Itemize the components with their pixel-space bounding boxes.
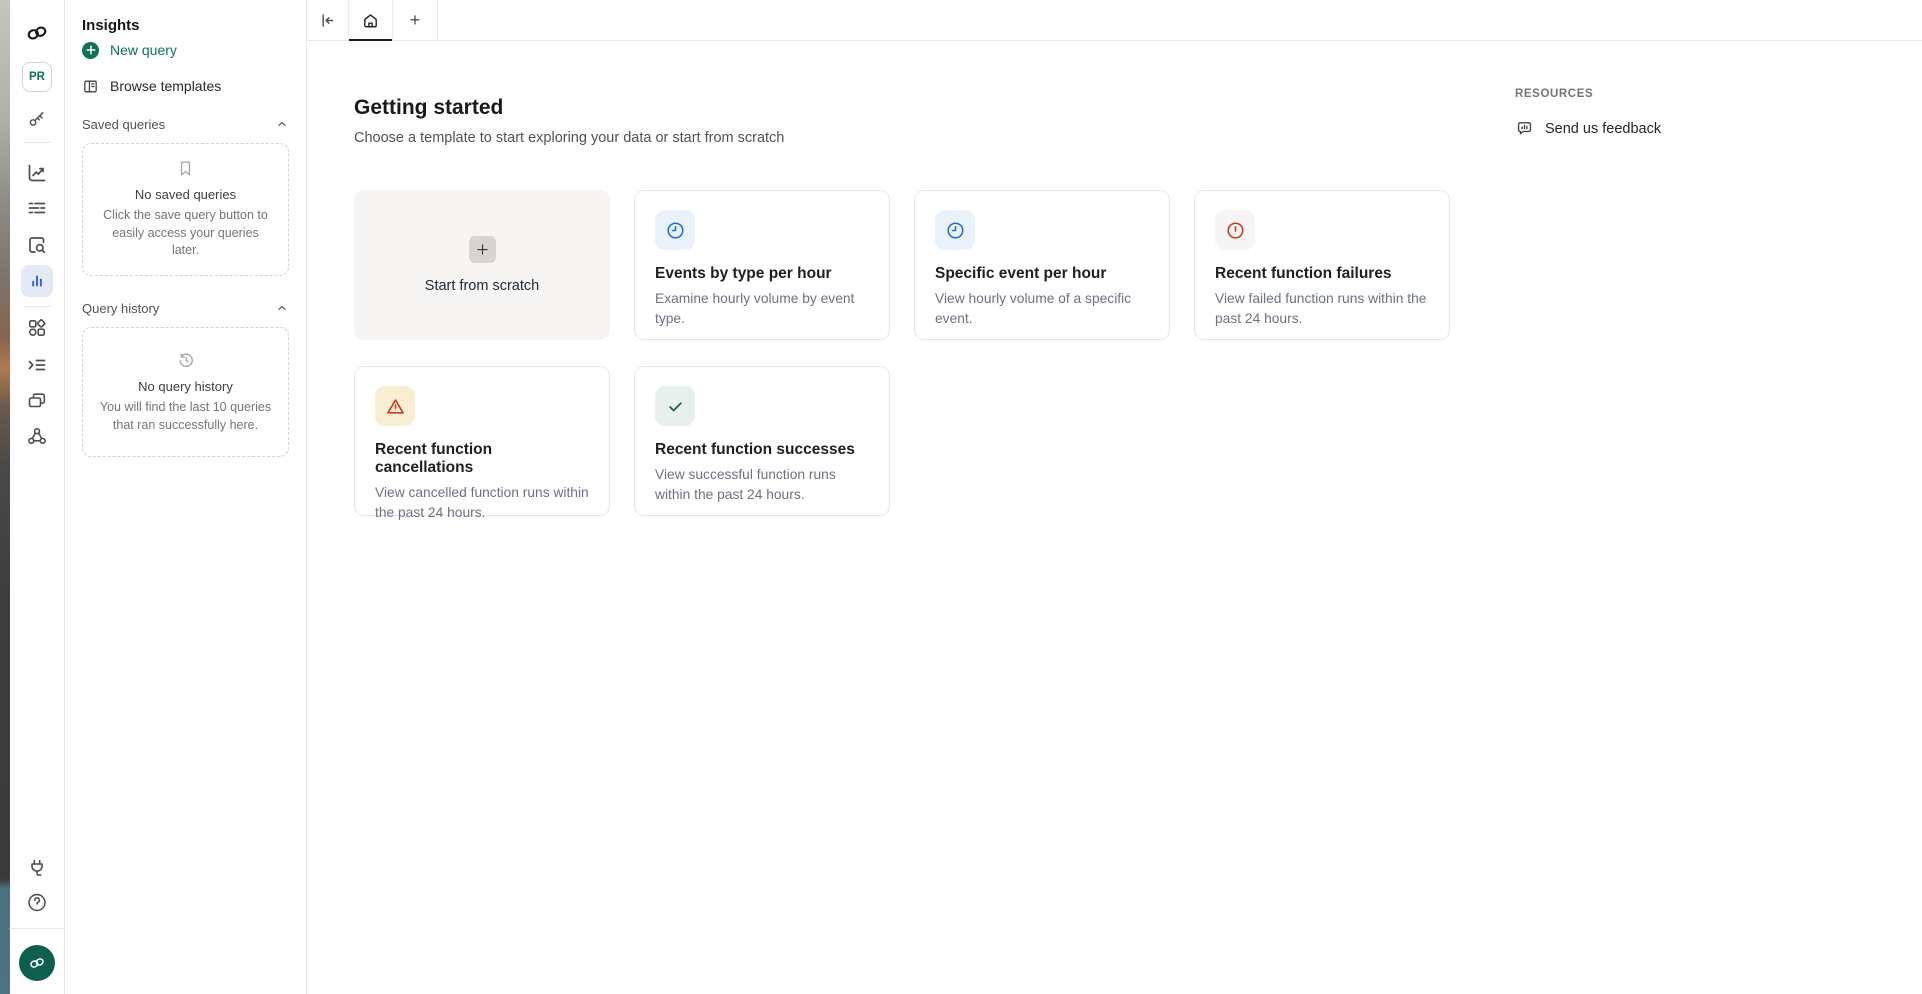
- card-description: View successful function runs within the…: [655, 465, 869, 505]
- card-title: Events by type per hour: [655, 265, 869, 283]
- events-icon[interactable]: [25, 233, 49, 257]
- new-query-label: New query: [110, 42, 177, 58]
- inngest-logo-icon[interactable]: [24, 20, 50, 46]
- query-history-header: Query history: [82, 301, 159, 316]
- saved-queries-header: Saved queries: [82, 117, 165, 132]
- api-keys-icon[interactable]: [27, 108, 48, 129]
- saved-queries-empty-title: No saved queries: [135, 187, 236, 202]
- template-card-specific-event[interactable]: Specific event per hour View hourly volu…: [914, 190, 1170, 340]
- query-history-empty-title: No query history: [138, 379, 233, 394]
- saved-queries-section-toggle[interactable]: Saved queries: [82, 114, 289, 134]
- query-history-section-toggle[interactable]: Query history: [82, 298, 289, 318]
- alert-circle-icon: [1215, 210, 1255, 250]
- icon-rail: PR: [10, 0, 65, 994]
- template-card-function-failures[interactable]: Recent function failures View failed fun…: [1194, 190, 1450, 340]
- history-clock-icon: [176, 350, 196, 370]
- warning-triangle-icon: [375, 386, 415, 426]
- chevron-up-icon: [275, 301, 289, 315]
- plus-circle-icon: [82, 42, 99, 59]
- account-avatar[interactable]: [19, 945, 55, 981]
- template-cards-grid: Start from scratch Events by type per ho…: [354, 190, 1922, 516]
- templates-panel-icon: [82, 78, 99, 95]
- template-card-events-by-type[interactable]: Events by type per hour Examine hourly v…: [634, 190, 890, 340]
- browse-templates-button[interactable]: Browse templates: [82, 72, 289, 100]
- browse-templates-label: Browse templates: [110, 78, 221, 94]
- divider: [23, 142, 51, 143]
- home-icon: [361, 11, 380, 30]
- webhooks-icon[interactable]: [25, 424, 49, 448]
- tab-bar: +: [307, 0, 1922, 41]
- check-icon: [655, 386, 695, 426]
- query-history-empty-state: No query history You will find the last …: [82, 327, 289, 457]
- sidebar-title: Insights: [82, 16, 289, 36]
- apps-icon[interactable]: [25, 316, 49, 340]
- chevron-up-icon: [275, 117, 289, 131]
- send-feedback-link[interactable]: Send us feedback: [1515, 119, 1661, 138]
- integrations-plug-icon[interactable]: [25, 856, 49, 880]
- insights-icon-selected[interactable]: [21, 265, 53, 297]
- card-title: Recent function successes: [655, 441, 869, 459]
- template-card-function-cancellations[interactable]: Recent function cancellations View cance…: [354, 366, 610, 516]
- resources-heading: RESOURCES: [1515, 88, 1661, 100]
- new-tab-label: +: [410, 10, 421, 31]
- desktop-background-sliver: [0, 0, 10, 994]
- template-card-function-successes[interactable]: Recent function successes View successfu…: [634, 366, 890, 516]
- divider: [23, 306, 51, 307]
- insights-sidebar: Insights New query Browse templates Save…: [65, 0, 307, 994]
- clock-icon: [935, 210, 975, 250]
- clock-icon: [655, 210, 695, 250]
- plus-icon: [469, 236, 496, 263]
- card-description: View cancelled function runs within the …: [375, 483, 589, 523]
- divider: [10, 928, 65, 929]
- card-description: Examine hourly volume by event type.: [655, 289, 869, 329]
- new-query-button[interactable]: New query: [82, 36, 289, 64]
- card-description: View failed function runs within the pas…: [1215, 289, 1429, 329]
- collapse-panel-icon: [318, 11, 337, 30]
- event-logs-icon[interactable]: [25, 353, 49, 377]
- card-title: Specific event per hour: [935, 265, 1149, 283]
- card-description: View hourly volume of a specific event.: [935, 289, 1149, 329]
- collapse-sidebar-button[interactable]: [307, 0, 349, 40]
- environment-badge-label: PR: [29, 71, 45, 83]
- main-area: + Getting started Choose a template to s…: [307, 0, 1922, 994]
- feedback-bubble-icon: [1515, 119, 1534, 138]
- saved-queries-empty-state: No saved queries Click the save query bu…: [82, 143, 289, 276]
- metrics-icon[interactable]: [25, 161, 49, 185]
- support-chat-icon[interactable]: [25, 389, 49, 413]
- new-tab-button[interactable]: +: [393, 0, 438, 40]
- card-title: Recent function failures: [1215, 265, 1429, 283]
- page-subtitle: Choose a template to start exploring you…: [354, 130, 1922, 146]
- help-icon[interactable]: [26, 891, 49, 914]
- query-history-empty-description: You will find the last 10 queries that r…: [99, 399, 272, 435]
- environment-badge[interactable]: PR: [22, 62, 52, 92]
- resources-panel: RESOURCES Send us feedback: [1515, 88, 1661, 138]
- getting-started-section: Getting started Choose a template to sta…: [307, 41, 1922, 516]
- start-from-scratch-label: Start from scratch: [425, 278, 539, 294]
- send-feedback-label: Send us feedback: [1545, 121, 1661, 137]
- card-title: Recent function cancellations: [375, 441, 589, 477]
- page-title: Getting started: [354, 95, 1922, 121]
- saved-queries-empty-description: Click the save query button to easily ac…: [99, 207, 272, 260]
- runs-icon[interactable]: [25, 196, 49, 220]
- start-from-scratch-card[interactable]: Start from scratch: [354, 190, 610, 340]
- home-tab-active[interactable]: [349, 0, 393, 40]
- bookmark-icon: [176, 159, 195, 178]
